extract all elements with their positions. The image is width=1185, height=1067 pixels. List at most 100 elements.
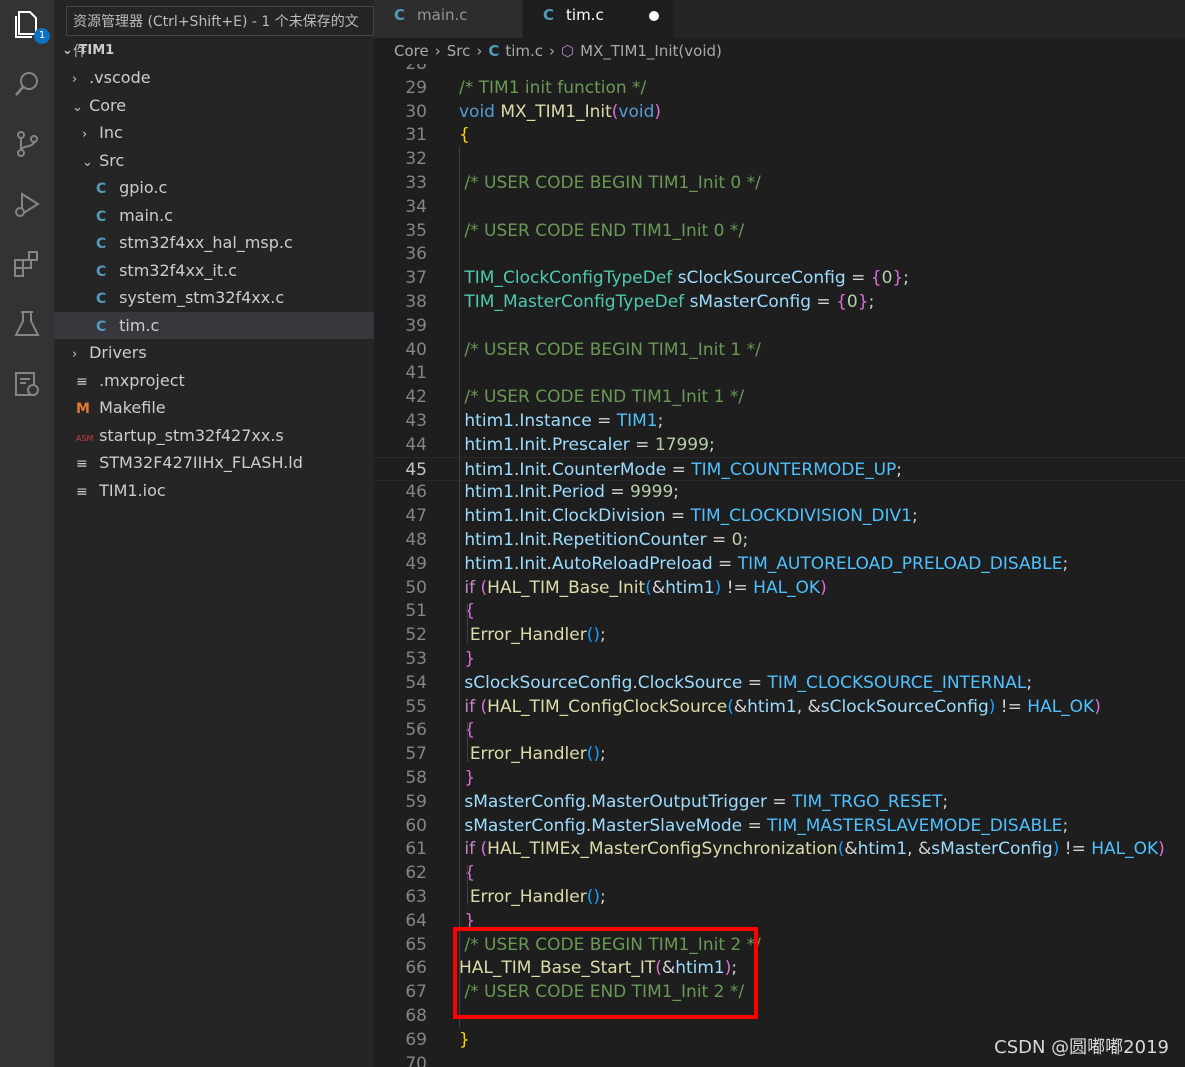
code-line[interactable]: 56 { bbox=[374, 718, 1185, 742]
breadcrumb-separator-icon: › bbox=[434, 42, 441, 60]
tree-folder[interactable]: › Drivers bbox=[54, 339, 374, 366]
breadcrumb-file[interactable]: tim.c bbox=[505, 42, 543, 60]
code-token: Error_Handler bbox=[469, 625, 587, 646]
code-line[interactable]: 33 /* USER CODE BEGIN TIM1_Init 0 */ bbox=[374, 171, 1185, 195]
code-line[interactable]: 61 if (HAL_TIMEx_MasterConfigSynchroniza… bbox=[374, 837, 1185, 861]
tree-file[interactable]: C stm32f4xx_it.c bbox=[54, 257, 374, 284]
tree-file[interactable]: C tim.c bbox=[54, 311, 374, 339]
code-line[interactable]: 46 htim1.Init.Period = 9999; bbox=[374, 480, 1185, 504]
code-line[interactable]: 60 sMasterConfig.MasterSlaveMode = TIM_M… bbox=[374, 814, 1185, 838]
txt-file-icon: ≡ bbox=[76, 373, 88, 390]
code-line[interactable]: 52 Error_Handler(); bbox=[374, 623, 1185, 647]
code-line[interactable]: 63 Error_Handler(); bbox=[374, 885, 1185, 909]
code-line[interactable]: 51 { bbox=[374, 599, 1185, 623]
tab-main-c[interactable]: Cmain.c bbox=[374, 0, 522, 38]
tree-file[interactable]: M Makefile bbox=[54, 394, 374, 421]
code-line[interactable]: 37 TIM_ClockConfigTypeDef sClockSourceCo… bbox=[374, 266, 1185, 290]
tab-tim-c[interactable]: Ctim.c bbox=[523, 0, 673, 38]
code-text: /* USER CODE BEGIN TIM1_Init 0 */ bbox=[459, 171, 760, 195]
tree-file[interactable]: ≡ TIM1.ioc bbox=[54, 477, 374, 504]
code-line[interactable]: 43 htim1.Instance = TIM1; bbox=[374, 409, 1185, 433]
code-line[interactable]: 31 { bbox=[374, 123, 1185, 147]
code-line[interactable]: 41 bbox=[374, 361, 1185, 385]
code-line[interactable]: 47 htim1.Init.ClockDivision = TIM_CLOCKD… bbox=[374, 504, 1185, 528]
code-token: = bbox=[665, 506, 691, 527]
code-line[interactable]: 48 htim1.Init.RepetitionCounter = 0; bbox=[374, 528, 1185, 552]
code-line[interactable]: 29 /* TIM1 init function */ bbox=[374, 76, 1185, 100]
code-line[interactable]: 36 bbox=[374, 242, 1185, 266]
line-number: 34 bbox=[405, 196, 427, 217]
breadcrumb-core[interactable]: Core bbox=[394, 42, 429, 60]
code-line[interactable]: 58 } bbox=[374, 766, 1185, 790]
tree-folder[interactable]: ⌄ Src bbox=[54, 147, 374, 174]
code-line[interactable]: 49 htim1.Init.AutoReloadPreload = TIM_AU… bbox=[374, 552, 1185, 576]
symbol-method-icon: ⬡ bbox=[561, 42, 575, 60]
explorer-icon[interactable]: 1 bbox=[7, 4, 50, 44]
code-token: 0 bbox=[846, 292, 858, 312]
run-debug-icon[interactable] bbox=[7, 184, 47, 224]
code-line[interactable]: 44 htim1.Init.Prescaler = 17999; bbox=[374, 433, 1185, 457]
tab-label: main.c bbox=[417, 6, 468, 24]
code-line[interactable]: 34 bbox=[374, 195, 1185, 219]
code-line[interactable]: 40 /* USER CODE BEGIN TIM1_Init 1 */ bbox=[374, 338, 1185, 362]
code-line[interactable]: 55 if (HAL_TIM_ConfigClockSource(&htim1,… bbox=[374, 695, 1185, 719]
extensions-icon[interactable] bbox=[7, 244, 47, 284]
code-editor[interactable]: 28 29 /* TIM1 init function */ 30 void MX_TI… bbox=[374, 64, 1185, 1067]
tree-item-label: Inc bbox=[99, 123, 123, 142]
search-icon[interactable] bbox=[7, 64, 47, 104]
testing-icon[interactable] bbox=[7, 304, 47, 344]
remote-explorer-icon[interactable] bbox=[7, 364, 47, 404]
code-token: htim1 bbox=[464, 411, 514, 431]
code-text: TIM_ClockConfigTypeDef sClockSourceConfi… bbox=[459, 266, 909, 290]
tree-folder[interactable]: › Inc bbox=[54, 119, 374, 146]
source-control-icon[interactable] bbox=[7, 124, 47, 164]
code-token: Init bbox=[519, 459, 547, 480]
code-line[interactable]: 32 bbox=[374, 147, 1185, 171]
code-line[interactable]: 30 void MX_TIM1_Init(void) bbox=[374, 100, 1185, 124]
code-token: ) bbox=[820, 577, 827, 598]
code-token: htim1 bbox=[464, 482, 514, 503]
code-line[interactable]: 53 } bbox=[374, 647, 1185, 671]
code-line[interactable]: 35 /* USER CODE END TIM1_Init 0 */ bbox=[374, 219, 1185, 243]
tree-file[interactable]: ASM startup_stm32f427xx.s bbox=[54, 422, 374, 449]
code-line[interactable]: 42 /* USER CODE END TIM1_Init 1 */ bbox=[374, 385, 1185, 409]
tree-folder[interactable]: ⌄ Core bbox=[54, 92, 374, 119]
workspace-root[interactable]: ⌄ TIM1 bbox=[54, 38, 374, 64]
code-token: TIM_ClockConfigTypeDef bbox=[464, 268, 673, 289]
code-line[interactable]: 45 htim1.Init.CounterMode = TIM_COUNTERM… bbox=[374, 456, 1185, 481]
tree-file[interactable]: C stm32f4xx_hal_msp.c bbox=[54, 229, 374, 256]
code-token: Prescaler bbox=[551, 434, 630, 455]
tree-item-label: Core bbox=[89, 95, 127, 115]
txt-file-icon: ≡ bbox=[76, 456, 88, 472]
code-line[interactable]: 57 Error_Handler(); bbox=[374, 742, 1185, 766]
tree-file[interactable]: C main.c bbox=[54, 202, 374, 229]
code-token: ; bbox=[657, 411, 664, 431]
indent-guide bbox=[467, 865, 468, 905]
code-text: /* USER CODE BEGIN TIM1_Init 1 */ bbox=[459, 338, 760, 362]
unsaved-dot-icon[interactable] bbox=[649, 11, 659, 21]
tree-file[interactable]: ≡ STM32F427IIHx_FLASH.ld bbox=[54, 449, 374, 476]
code-token: Init bbox=[519, 506, 547, 527]
breadcrumb-symbol[interactable]: MX_TIM1_Init(void) bbox=[580, 42, 722, 60]
code-line[interactable]: 39 bbox=[374, 314, 1185, 338]
code-text: /* USER CODE END TIM1_Init 1 */ bbox=[459, 385, 744, 409]
code-line[interactable]: 38 TIM_MasterConfigTypeDef sMasterConfig… bbox=[374, 290, 1185, 314]
code-text: htim1.Init.RepetitionCounter = 0; bbox=[459, 528, 748, 552]
code-line[interactable]: 50 if (HAL_TIM_Base_Init(&htim1) != HAL_… bbox=[374, 576, 1185, 600]
code-line[interactable]: 28 bbox=[374, 64, 1185, 76]
code-token: { bbox=[870, 268, 882, 289]
indent-guide bbox=[467, 603, 468, 643]
c-file-icon: C bbox=[96, 263, 107, 280]
tree-file[interactable]: ≡ .mxproject bbox=[54, 367, 374, 394]
code-line[interactable]: 54 sClockSourceConfig.ClockSource = TIM_… bbox=[374, 671, 1185, 695]
tree-file[interactable]: C system_stm32f4xx.c bbox=[54, 284, 374, 311]
c-file-icon: C bbox=[96, 318, 107, 335]
breadcrumb-src[interactable]: Src bbox=[447, 42, 471, 60]
code-line[interactable]: 59 sMasterConfig.MasterOutputTrigger = T… bbox=[374, 790, 1185, 814]
code-line[interactable]: 62 { bbox=[374, 861, 1185, 885]
code-token: TIM_CLOCKDIVISION_DIV1 bbox=[690, 506, 912, 527]
tree-folder[interactable]: › .vscode bbox=[54, 64, 374, 91]
tree-file[interactable]: C gpio.c bbox=[54, 174, 374, 201]
